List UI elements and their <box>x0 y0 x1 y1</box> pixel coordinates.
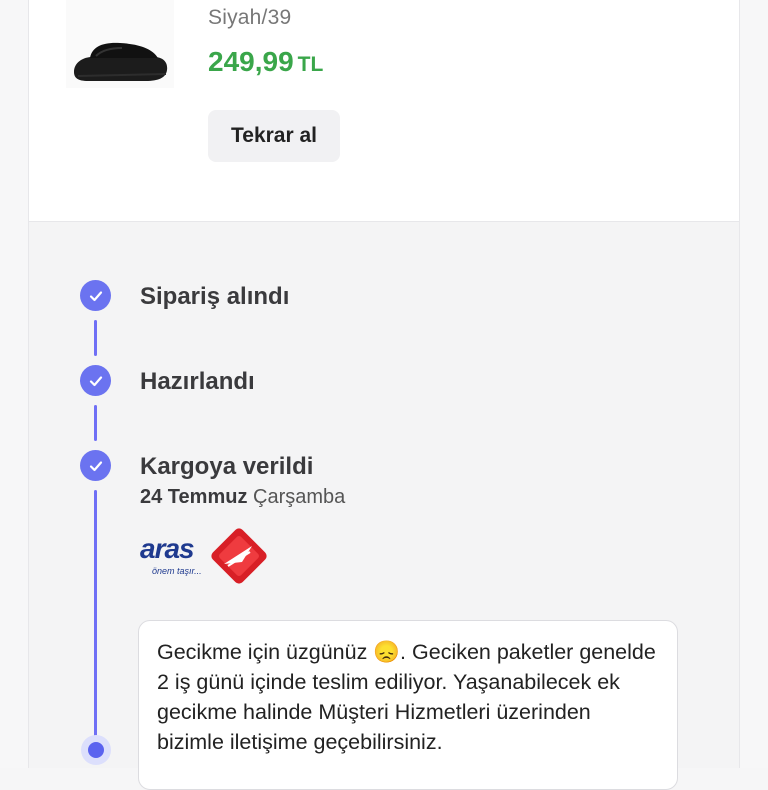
product-variant: Siyah/39 <box>208 6 292 29</box>
rebuy-button[interactable]: Tekrar al <box>208 110 340 162</box>
delay-message: Gecikme için üzgünüz 😞. Geciken paketler… <box>157 640 656 754</box>
shipped-date-weekday: Çarşamba <box>253 486 346 508</box>
shipped-date-day-month: 24 Temmuz <box>140 486 248 508</box>
price-value: 249,99 <box>208 46 294 77</box>
step-label-shipped: Kargoya verildi <box>140 453 314 480</box>
shipped-date: 24 Temmuz Çarşamba <box>140 486 345 509</box>
page-margin-left <box>0 0 30 768</box>
page-margin-right <box>738 0 768 768</box>
timeline-connector <box>94 490 97 738</box>
step-label-order-received: Sipariş alındı <box>140 283 290 310</box>
current-step-dot-icon <box>88 742 104 758</box>
aras-logo-icon: aras önem taşır... <box>140 528 267 584</box>
timeline-connector <box>94 405 97 441</box>
slipper-icon <box>74 42 168 81</box>
delay-info-box: Gecikme için üzgünüz 😞. Geciken paketler… <box>138 620 678 790</box>
step-check-icon <box>80 280 111 311</box>
step-check-icon <box>80 365 111 396</box>
svg-text:önem taşır...: önem taşır... <box>152 566 202 576</box>
product-image[interactable] <box>66 0 174 88</box>
current-step-indicator <box>81 735 111 765</box>
price-currency: TL <box>297 53 324 76</box>
timeline-connector <box>94 320 97 356</box>
step-check-icon <box>80 450 111 481</box>
svg-text:aras: aras <box>140 533 194 564</box>
carrier-logo[interactable]: aras önem taşır... <box>138 526 274 588</box>
product-price: 249,99 TL <box>208 46 323 78</box>
step-label-prepared: Hazırlandı <box>140 368 255 395</box>
